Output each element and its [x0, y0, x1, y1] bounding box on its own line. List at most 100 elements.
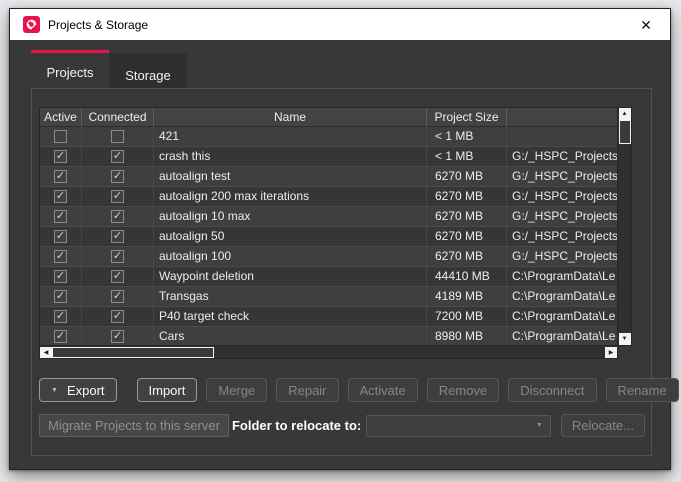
merge-button-label: Merge: [218, 383, 255, 398]
table-row[interactable]: ✓ ✓ crash this< 1 MBG:/_HSPC_Projects: [40, 147, 617, 167]
active-checkbox[interactable]: ✓: [54, 310, 67, 323]
migrate-projects-button[interactable]: Migrate Projects to this server: [39, 414, 229, 437]
scroll-right-icon[interactable]: ▶: [605, 347, 617, 358]
table-row[interactable]: ✓✓autoalign test6270 MBG:/_HSPC_Projects: [40, 167, 617, 187]
column-header-active[interactable]: Active: [40, 108, 82, 127]
table-row[interactable]: ✓✓autoalign 1006270 MBG:/_HSPC_Projects: [40, 247, 617, 267]
export-menu-arrow-icon: ▼: [51, 387, 58, 394]
active-checkbox[interactable]: ✓: [54, 170, 67, 183]
table-row[interactable]: ✓✓autoalign 10 max6270 MBG:/_HSPC_Projec…: [40, 207, 617, 227]
check-icon: ✓: [113, 231, 122, 242]
check-icon: ✓: [56, 231, 65, 242]
horizontal-scrollbar[interactable]: ◀ ▶: [39, 346, 618, 359]
connected-cell: ✓: [82, 267, 154, 287]
active-checkbox[interactable]: ✓: [54, 130, 67, 143]
close-icon[interactable]: ✕: [636, 15, 656, 35]
active-cell: ✓: [40, 267, 82, 287]
check-icon: ✓: [56, 211, 65, 222]
relocate-folder-dropdown[interactable]: ▼: [366, 415, 551, 437]
connected-checkbox[interactable]: ✓: [111, 270, 124, 283]
column-header-path[interactable]: [507, 108, 617, 127]
activate-button[interactable]: Activate: [348, 378, 418, 402]
tab-bar: Projects Storage: [31, 50, 187, 89]
check-icon: ✓: [113, 151, 122, 162]
active-checkbox[interactable]: ✓: [54, 210, 67, 223]
table-header-row: Active Connected Name Project Size: [40, 108, 617, 127]
project-name-cell: autoalign 200 max iterations: [154, 187, 427, 207]
active-checkbox[interactable]: ✓: [54, 250, 67, 263]
project-name-cell: autoalign 100: [154, 247, 427, 267]
active-cell: ✓: [40, 227, 82, 247]
active-checkbox[interactable]: ✓: [54, 190, 67, 203]
relocate-row: Migrate Projects to this server Folder t…: [39, 414, 645, 437]
project-path-cell: G:/_HSPC_Projects: [507, 187, 617, 207]
table-row[interactable]: ✓✓P40 target check7200 MBC:\ProgramData\…: [40, 307, 617, 327]
project-size-cell: 8980 MB: [427, 327, 507, 346]
tab-projects[interactable]: Projects: [31, 50, 109, 89]
project-name-cell: crash this: [154, 147, 427, 167]
remove-button-label: Remove: [439, 383, 487, 398]
export-button-label: Export: [67, 383, 105, 398]
connected-checkbox[interactable]: ✓: [111, 290, 124, 303]
check-icon: ✓: [56, 271, 65, 282]
table-body: ✓✓421< 1 MB✓✓crash this< 1 MBG:/_HSPC_Pr…: [40, 127, 617, 346]
connected-checkbox[interactable]: ✓: [111, 230, 124, 243]
connected-checkbox[interactable]: ✓: [111, 250, 124, 263]
vertical-scrollbar[interactable]: ▲ ▼: [618, 107, 632, 346]
rename-button[interactable]: Rename: [606, 378, 679, 402]
scroll-up-icon[interactable]: ▲: [619, 108, 631, 120]
connected-checkbox[interactable]: ✓: [111, 330, 124, 343]
project-size-cell: < 1 MB: [427, 147, 507, 167]
project-name-cell: autoalign 50: [154, 227, 427, 247]
active-checkbox[interactable]: ✓: [54, 230, 67, 243]
table-grid: Active Connected Name Project Size ✓✓421…: [39, 107, 618, 346]
merge-button[interactable]: Merge: [206, 378, 267, 402]
connected-checkbox[interactable]: ✓: [111, 150, 124, 163]
column-header-connected[interactable]: Connected: [82, 108, 154, 127]
connected-checkbox[interactable]: ✓: [111, 210, 124, 223]
tab-storage[interactable]: Storage: [109, 53, 187, 89]
active-checkbox[interactable]: ✓: [54, 330, 67, 343]
active-cell: ✓: [40, 287, 82, 307]
table-row[interactable]: ✓✓Transgas4189 MBC:\ProgramData\Le: [40, 287, 617, 307]
active-checkbox[interactable]: ✓: [54, 290, 67, 303]
connected-checkbox[interactable]: ✓: [111, 190, 124, 203]
project-size-cell: 6270 MB: [427, 207, 507, 227]
table-row[interactable]: ✓✓421< 1 MB: [40, 127, 617, 147]
active-checkbox[interactable]: ✓: [54, 150, 67, 163]
table-row[interactable]: ✓✓Cars8980 MBC:\ProgramData\Le: [40, 327, 617, 346]
repair-button[interactable]: Repair: [276, 378, 338, 402]
check-icon: ✓: [113, 291, 122, 302]
remove-button[interactable]: Remove: [427, 378, 499, 402]
export-button[interactable]: ▼ Export: [39, 378, 117, 402]
folder-to-relocate-label: Folder to relocate to:: [232, 418, 361, 433]
horizontal-scrollbar-thumb[interactable]: [52, 347, 214, 358]
connected-checkbox[interactable]: ✓: [111, 170, 124, 183]
project-path-cell: G:/_HSPC_Projects: [507, 247, 617, 267]
column-header-name[interactable]: Name: [154, 108, 427, 127]
check-icon: ✓: [56, 191, 65, 202]
table-row[interactable]: ✓✓autoalign 506270 MBG:/_HSPC_Projects: [40, 227, 617, 247]
scroll-left-icon[interactable]: ◀: [40, 347, 52, 358]
project-path-cell: G:/_HSPC_Projects: [507, 167, 617, 187]
active-cell: ✓: [40, 207, 82, 227]
vertical-scrollbar-thumb[interactable]: [619, 120, 631, 144]
connected-checkbox[interactable]: ✓: [111, 130, 124, 143]
table-row[interactable]: ✓✓autoalign 200 max iterations6270 MBG:/…: [40, 187, 617, 207]
relocate-button[interactable]: Relocate...: [561, 414, 645, 437]
project-path-cell: G:/_HSPC_Projects: [507, 147, 617, 167]
repair-button-label: Repair: [288, 383, 326, 398]
check-icon: ✓: [113, 251, 122, 262]
project-name-cell: autoalign test: [154, 167, 427, 187]
column-header-size[interactable]: Project Size: [427, 108, 507, 127]
import-button[interactable]: Import: [137, 378, 198, 402]
connected-checkbox[interactable]: ✓: [111, 310, 124, 323]
disconnect-button[interactable]: Disconnect: [508, 378, 596, 402]
connected-cell: ✓: [82, 287, 154, 307]
project-size-cell: < 1 MB: [427, 127, 507, 147]
project-path-cell: C:\ProgramData\Le: [507, 307, 617, 327]
window-title: Projects & Storage: [48, 18, 148, 32]
active-checkbox[interactable]: ✓: [54, 270, 67, 283]
table-row[interactable]: ✓✓Waypoint deletion44410 MBC:\ProgramDat…: [40, 267, 617, 287]
scroll-down-icon[interactable]: ▼: [619, 333, 631, 345]
